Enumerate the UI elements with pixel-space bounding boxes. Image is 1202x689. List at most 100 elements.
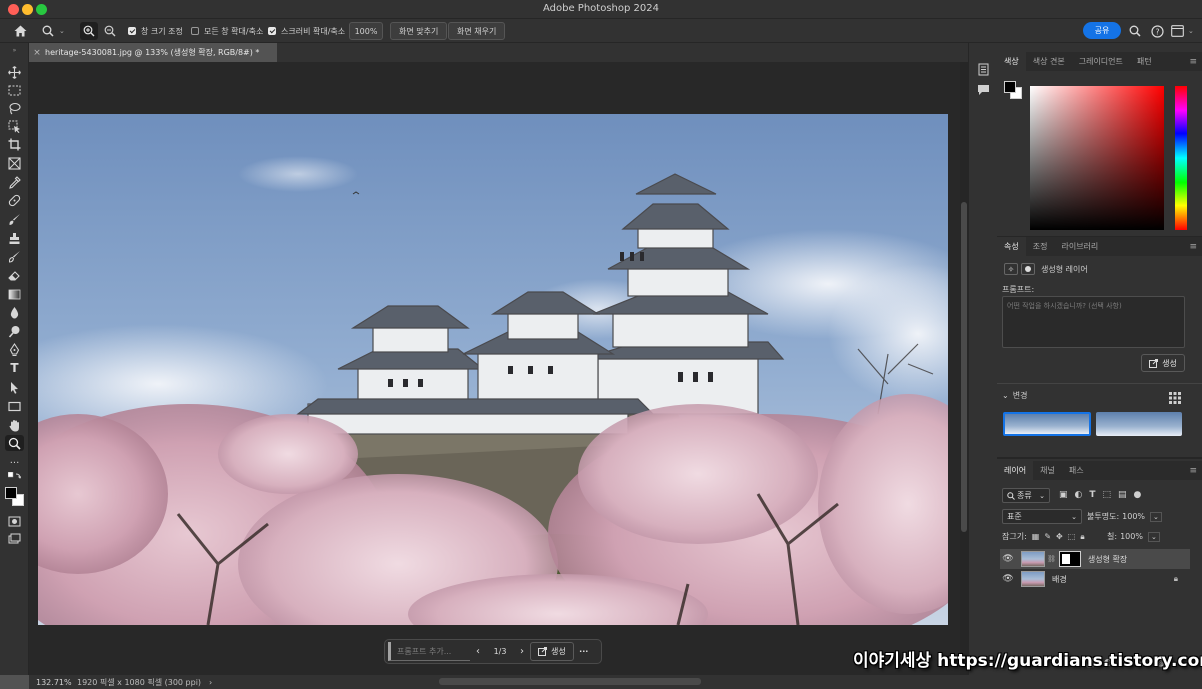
screen-mode-icon[interactable] — [5, 531, 24, 547]
lock-all-icon[interactable]: 🔒︎ — [1080, 532, 1084, 542]
gradient-tool-icon[interactable] — [5, 286, 24, 302]
layer-filter-select[interactable]: 종류 ⌄ — [1002, 488, 1050, 503]
chevron-down-icon[interactable]: ⌄ — [1147, 531, 1160, 542]
tab-layers[interactable]: 레이어 — [997, 461, 1034, 480]
share-button[interactable]: 공유 — [1083, 22, 1121, 39]
tab-color[interactable]: 색상 — [997, 52, 1026, 71]
path-selection-tool-icon[interactable] — [5, 379, 24, 395]
lock-transparent-icon[interactable]: ▦ — [1032, 532, 1040, 541]
zoom-in-button[interactable] — [80, 22, 98, 40]
layer-row[interactable]: 👁︎ 배경 🔒︎ — [1000, 569, 1190, 589]
object-selection-tool-icon[interactable] — [5, 118, 24, 134]
dodge-tool-icon[interactable] — [5, 323, 24, 339]
tab-paths[interactable]: 패스 — [1062, 461, 1091, 480]
vertical-scrollbar-thumb[interactable] — [961, 202, 967, 532]
generate-button[interactable]: 생성 — [1141, 354, 1185, 372]
tab-patterns[interactable]: 패턴 — [1130, 52, 1159, 71]
lock-image-icon[interactable]: ✎ — [1044, 532, 1051, 541]
edit-toolbar-icon[interactable]: ··· — [5, 455, 24, 471]
previous-variation-button[interactable]: ‹ — [470, 646, 486, 657]
comments-panel-icon[interactable] — [977, 81, 990, 100]
zoom-all-windows-checkbox[interactable]: 모든 창 확대/축소 — [191, 22, 263, 40]
history-panel-icon[interactable] — [977, 61, 990, 80]
variation-thumbnail[interactable] — [1096, 412, 1182, 436]
adjustment-layer-filter-icon[interactable]: ◐ — [1075, 490, 1083, 500]
visibility-eye-icon[interactable]: 👁︎ — [1000, 554, 1016, 564]
variations-header[interactable]: ⌄ 변경 — [1002, 390, 1027, 401]
eraser-tool-icon[interactable] — [5, 267, 24, 283]
zoom-out-button[interactable] — [101, 22, 119, 40]
tab-gradients[interactable]: 그레이디언트 — [1072, 52, 1130, 71]
layer-mask-thumbnail[interactable] — [1058, 551, 1081, 567]
tab-libraries[interactable]: 라이브러리 — [1054, 237, 1105, 256]
blend-mode-select[interactable]: 표준 ⌄ — [1002, 509, 1082, 524]
filter-toggle-icon[interactable]: ● — [1134, 490, 1142, 500]
eyedropper-tool-icon[interactable] — [5, 174, 24, 190]
tab-properties[interactable]: 속성 — [997, 237, 1026, 256]
chevron-right-icon[interactable]: › — [209, 678, 212, 687]
lasso-tool-icon[interactable] — [5, 100, 24, 116]
tab-channels[interactable]: 채널 — [1033, 461, 1062, 480]
hue-slider[interactable] — [1175, 86, 1187, 230]
tab-swatches[interactable]: 색상 견본 — [1026, 52, 1072, 71]
zoom-level[interactable]: 132.71% — [36, 678, 73, 687]
horizontal-scrollbar-thumb[interactable] — [439, 678, 701, 685]
opacity-value[interactable]: 100% — [1122, 512, 1145, 521]
zoom-tool-preset-picker[interactable]: ⌄ — [42, 22, 72, 40]
brush-tool-icon[interactable] — [5, 211, 24, 227]
frame-tool-icon[interactable] — [5, 155, 24, 171]
move-tool-icon[interactable] — [5, 64, 24, 80]
more-options-button[interactable]: ··· — [574, 647, 594, 656]
close-tab-icon[interactable]: × — [29, 48, 45, 58]
grid-view-icon[interactable] — [1169, 389, 1181, 408]
workspace-icon[interactable] — [1168, 22, 1186, 40]
chevron-down-icon[interactable]: ⌄ — [1150, 511, 1162, 522]
quick-mask-icon[interactable] — [5, 513, 24, 529]
smart-object-filter-icon[interactable]: ▤ — [1118, 490, 1127, 500]
blur-tool-icon[interactable] — [5, 304, 24, 320]
panel-menu-icon[interactable]: ≡ — [1189, 242, 1197, 252]
panel-menu-icon[interactable]: ≡ — [1189, 57, 1197, 67]
search-icon[interactable] — [1126, 22, 1144, 40]
foreground-color-swatch[interactable] — [5, 487, 17, 499]
canvas-area[interactable]: 프롬프트 추가... ‹ 1/3 › 생성 ··· — [29, 62, 968, 675]
layer-row[interactable]: 👁︎ ⛓︎ 생성형 확장 — [1000, 549, 1190, 569]
fit-screen-button[interactable]: 화면 맞추기 — [390, 22, 448, 40]
vertical-scrollbar[interactable] — [960, 62, 968, 675]
zoom-percent-field[interactable]: 100% — [349, 22, 383, 40]
panel-menu-icon[interactable]: ≡ — [1189, 466, 1197, 476]
generate-button[interactable]: 생성 — [530, 642, 574, 661]
next-variation-button[interactable]: › — [514, 646, 530, 657]
prompt-input[interactable]: 프롬프트 추가... — [388, 642, 470, 661]
lock-artboard-icon[interactable]: ⬚ — [1068, 532, 1076, 541]
rectangle-tool-icon[interactable] — [5, 398, 24, 414]
fill-screen-button[interactable]: 화면 채우기 — [448, 22, 506, 40]
document-tab[interactable]: × heritage-5430081.jpg @ 133% (생성형 확장, R… — [29, 43, 277, 62]
shape-layer-filter-icon[interactable]: ⬚ — [1103, 490, 1112, 500]
color-picker-field[interactable] — [1030, 86, 1164, 230]
visibility-eye-icon[interactable]: 👁︎ — [1000, 574, 1016, 584]
pen-tool-icon[interactable] — [5, 341, 24, 357]
home-icon[interactable] — [11, 22, 29, 40]
lock-position-icon[interactable]: ✥ — [1056, 532, 1063, 541]
hand-tool-icon[interactable] — [5, 417, 24, 433]
crop-tool-icon[interactable] — [5, 136, 24, 152]
collapse-toolbar-icon[interactable]: » — [5, 46, 24, 54]
swap-colors-icon[interactable] — [5, 471, 24, 483]
fill-value[interactable]: 100% — [1120, 532, 1143, 541]
resize-windows-checkbox[interactable]: 창 크기 조정 — [128, 22, 183, 40]
variation-thumbnail[interactable] — [1003, 412, 1091, 436]
type-tool-icon[interactable]: T — [5, 360, 24, 376]
foreground-color-swatch[interactable] — [1004, 81, 1016, 93]
marquee-tool-icon[interactable] — [5, 82, 24, 98]
zoom-tool-icon[interactable] — [5, 435, 24, 451]
history-brush-tool-icon[interactable] — [5, 248, 24, 264]
scrubby-zoom-checkbox[interactable]: 스크러비 확대/축소 — [268, 22, 345, 40]
pixel-layer-filter-icon[interactable]: ▣ — [1059, 490, 1068, 500]
healing-brush-tool-icon[interactable] — [5, 192, 24, 208]
help-icon[interactable]: ? — [1148, 22, 1166, 40]
clone-stamp-tool-icon[interactable] — [5, 230, 24, 246]
chevron-down-icon[interactable]: ⌄ — [1188, 22, 1194, 40]
document-image[interactable] — [38, 114, 948, 625]
prompt-textarea[interactable]: 어떤 작업을 하시겠습니까? (선택 사항) — [1002, 296, 1185, 348]
